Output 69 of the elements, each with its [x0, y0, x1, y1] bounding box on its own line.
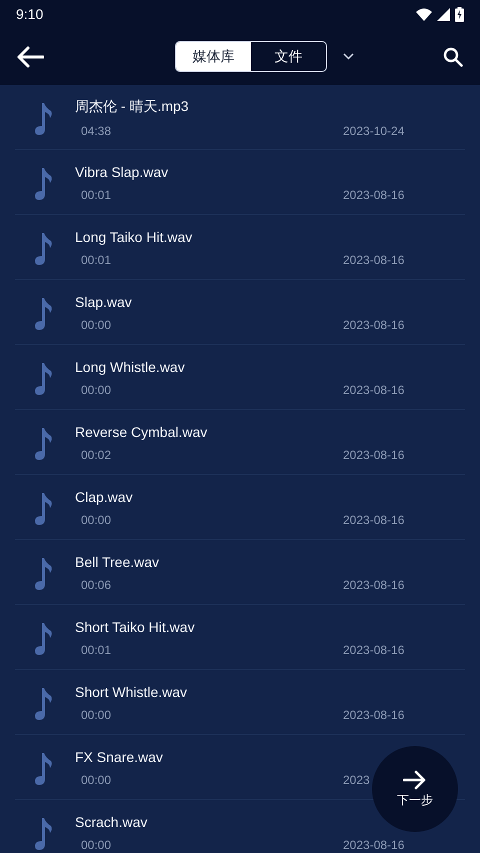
- music-note-icon: [35, 297, 53, 331]
- music-note-icon: [35, 232, 53, 266]
- search-icon[interactable]: [443, 47, 463, 67]
- source-tab[interactable]: 媒体库: [176, 42, 251, 71]
- file-duration: 00:01: [81, 253, 112, 267]
- music-note-icon: [35, 102, 53, 136]
- file-date: 2023-08-16: [343, 708, 406, 722]
- file-name: Scrach.wav: [75, 814, 148, 830]
- audio-file-item[interactable]: Long Whistle.wav 00:00 2023-08-16: [15, 345, 465, 410]
- chevron-down-icon[interactable]: [343, 53, 354, 60]
- file-date: 2023-08-16: [343, 643, 406, 657]
- music-note-icon: [35, 557, 53, 591]
- music-note-icon: [35, 427, 53, 461]
- file-duration: 00:02: [81, 448, 112, 462]
- next-step-button[interactable]: 下一步: [372, 746, 458, 832]
- file-name: Clap.wav: [75, 489, 134, 505]
- music-note-icon: [35, 492, 53, 526]
- file-name: Slap.wav: [75, 294, 133, 310]
- wifi-icon: [416, 8, 432, 20]
- audio-file-item[interactable]: Reverse Cymbal.wav 00:02 2023-08-16: [15, 410, 465, 475]
- file-duration: 00:00: [81, 708, 112, 722]
- file-date: 2023-08-16: [343, 448, 406, 462]
- file-date: 2023-08-16: [343, 318, 406, 332]
- file-duration: 00:00: [81, 383, 112, 397]
- audio-file-item[interactable]: Long Taiko Hit.wav 00:01 2023-08-16: [15, 215, 465, 280]
- back-arrow-icon[interactable]: [16, 46, 44, 68]
- audio-file-item[interactable]: 周杰伦 - 晴天.mp3 04:38 2023-10-24: [15, 85, 465, 150]
- file-date: 2023-08-16: [343, 578, 406, 592]
- music-note-icon: [35, 817, 53, 851]
- file-name: FX Snare.wav: [75, 749, 164, 765]
- audio-file-item[interactable]: Bell Tree.wav 00:06 2023-08-16: [15, 540, 465, 605]
- music-note-icon: [35, 687, 53, 721]
- file-duration: 00:01: [81, 188, 112, 202]
- file-name: Long Whistle.wav: [75, 359, 186, 375]
- file-date: 2023-10-24: [343, 124, 406, 138]
- file-date: 2023-08-16: [343, 383, 406, 397]
- audio-file-item[interactable]: Short Whistle.wav 00:00 2023-08-16: [15, 670, 465, 735]
- audio-file-item[interactable]: Vibra Slap.wav 00:01 2023-08-16: [15, 150, 465, 215]
- audio-file-item[interactable]: Slap.wav 00:00 2023-08-16: [15, 280, 465, 345]
- file-name: Short Taiko Hit.wav: [75, 619, 196, 635]
- music-note-icon: [35, 752, 53, 786]
- file-duration: 00:01: [81, 643, 112, 657]
- file-date: 2023-08-16: [343, 513, 406, 527]
- signal-icon: [437, 8, 450, 20]
- file-date: 2023: [343, 773, 371, 787]
- file-name: 周杰伦 - 晴天.mp3: [75, 98, 190, 116]
- arrow-right-icon: [403, 770, 427, 790]
- file-duration: 00:06: [81, 578, 112, 592]
- audio-file-item[interactable]: Short Taiko Hit.wav 00:01 2023-08-16: [15, 605, 465, 670]
- battery-icon: [455, 6, 464, 22]
- source-tab[interactable]: 文件: [251, 42, 326, 71]
- audio-file-item[interactable]: Clap.wav 00:00 2023-08-16: [15, 475, 465, 540]
- file-name: Vibra Slap.wav: [75, 164, 170, 180]
- file-date: 2023-08-16: [343, 838, 406, 852]
- file-duration: 00:00: [81, 838, 112, 852]
- status-time: 9:10: [16, 6, 44, 22]
- music-note-icon: [35, 167, 53, 201]
- file-date: 2023-08-16: [343, 253, 406, 267]
- music-note-icon: [35, 362, 53, 396]
- file-duration: 04:38: [81, 124, 112, 138]
- file-duration: 00:00: [81, 318, 112, 332]
- music-note-icon: [35, 622, 53, 656]
- file-date: 2023-08-16: [343, 188, 406, 202]
- file-duration: 00:00: [81, 773, 112, 787]
- file-name: Bell Tree.wav: [75, 554, 160, 570]
- file-duration: 00:00: [81, 513, 112, 527]
- file-name: Reverse Cymbal.wav: [75, 424, 208, 440]
- file-name: Long Taiko Hit.wav: [75, 229, 194, 245]
- file-name: Short Whistle.wav: [75, 684, 188, 700]
